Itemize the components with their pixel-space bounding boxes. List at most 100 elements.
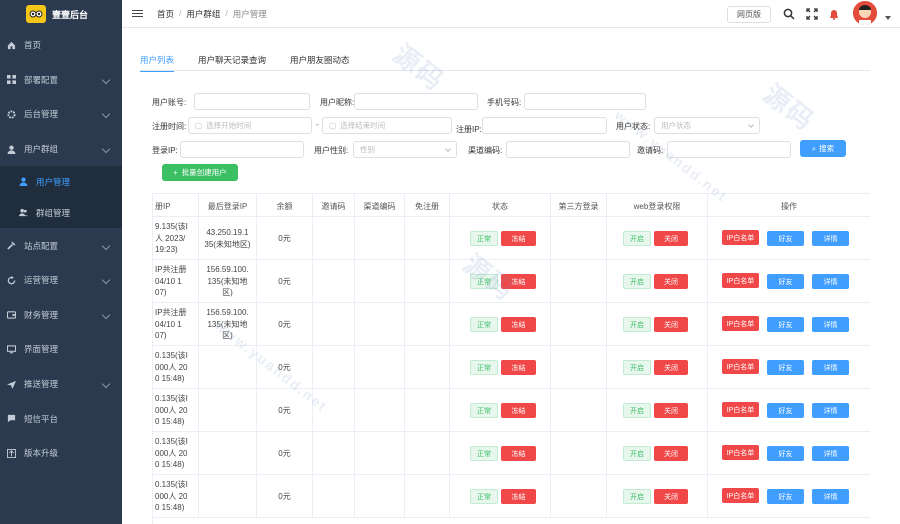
ip-whitelist-button[interactable]: IP白名单: [722, 316, 759, 331]
menu-toggle-icon[interactable]: [132, 9, 143, 18]
friends-button[interactable]: 好友: [767, 360, 804, 375]
web-close-button[interactable]: 关闭: [654, 446, 688, 461]
detail-button[interactable]: 详情: [812, 360, 849, 375]
web-version-button[interactable]: 网页版: [727, 6, 771, 23]
web-open-button[interactable]: 开启: [623, 489, 651, 504]
detail-button[interactable]: 详情: [812, 274, 849, 289]
sidebar-item-3[interactable]: 用户群组: [0, 132, 122, 167]
avatar[interactable]: [853, 1, 877, 25]
sidebar-item-1[interactable]: 部署配置: [0, 63, 122, 98]
status-select[interactable]: 用户状态: [654, 117, 760, 134]
status-normal-button[interactable]: 正常: [470, 446, 498, 461]
calendar-icon: ▢: [329, 121, 337, 130]
status-normal-button[interactable]: 正常: [470, 231, 498, 246]
detail-button[interactable]: 详情: [812, 489, 849, 504]
chevron-down-icon: [101, 144, 111, 154]
status-normal-button[interactable]: 正常: [470, 317, 498, 332]
web-open-button[interactable]: 开启: [623, 360, 651, 375]
cell-balance: 0元: [257, 475, 313, 518]
search-icon[interactable]: [782, 7, 796, 21]
chevron-down-icon: [748, 122, 754, 128]
sidebar-item-6[interactable]: 站点配置: [0, 228, 122, 263]
ip-whitelist-button[interactable]: IP白名单: [722, 273, 759, 288]
freeze-button[interactable]: 冻结: [501, 231, 536, 246]
web-open-button[interactable]: 开启: [623, 317, 651, 332]
account-input[interactable]: [194, 93, 310, 110]
sidebar-item-10[interactable]: 推送管理: [0, 367, 122, 402]
notification-icon[interactable]: [827, 7, 841, 21]
detail-button[interactable]: 详情: [812, 317, 849, 332]
cell-reg-ip: 0.135(该I 000人 20 0 15:48): [153, 432, 199, 475]
sidebar-item-0[interactable]: 首页: [0, 28, 122, 63]
status-normal-button[interactable]: 正常: [470, 274, 498, 289]
ip-whitelist-button[interactable]: IP白名单: [722, 445, 759, 460]
freeze-button[interactable]: 冻结: [501, 489, 536, 504]
web-open-button[interactable]: 开启: [623, 274, 651, 289]
ip-whitelist-button[interactable]: IP白名单: [722, 359, 759, 374]
web-close-button[interactable]: 关闭: [654, 403, 688, 418]
breadcrumb-group[interactable]: 用户群组: [186, 8, 220, 20]
sidebar-item-2[interactable]: 后台管理: [0, 97, 122, 132]
batch-create-user-button[interactable]: + 批量创建用户: [162, 164, 238, 181]
sidebar: 壹壹后台 首页 部署配置 后台管理 用户群组 用户管理 群组管理 站点配置 运营管理 财务管理界…: [0, 0, 122, 524]
friends-button[interactable]: 好友: [767, 446, 804, 461]
friends-button[interactable]: 好友: [767, 403, 804, 418]
freeze-button[interactable]: 冻结: [501, 446, 536, 461]
ip-whitelist-button[interactable]: IP白名单: [722, 402, 759, 417]
detail-button[interactable]: 详情: [812, 403, 849, 418]
friends-button[interactable]: 好友: [767, 231, 804, 246]
fullscreen-icon[interactable]: [805, 7, 819, 21]
web-open-button[interactable]: 开启: [623, 231, 651, 246]
start-time-input[interactable]: ▢ 选择开始时间: [188, 117, 312, 134]
gender-select[interactable]: 性别: [353, 141, 457, 158]
channel-input[interactable]: [506, 141, 630, 158]
status-normal-button[interactable]: 正常: [470, 489, 498, 504]
sidebar-item-7[interactable]: 运营管理: [0, 263, 122, 298]
reg-time-label: 注册时间:: [152, 122, 187, 131]
web-close-button[interactable]: 关闭: [654, 274, 688, 289]
sidebar-item-5[interactable]: 群组管理: [0, 197, 122, 228]
web-close-button[interactable]: 关闭: [654, 489, 688, 504]
ip-whitelist-button[interactable]: IP白名单: [722, 488, 759, 503]
web-close-button[interactable]: 关闭: [654, 360, 688, 375]
sidebar-item-11[interactable]: 短信平台: [0, 401, 122, 436]
web-open-button[interactable]: 开启: [623, 446, 651, 461]
breadcrumb-home[interactable]: 首页: [157, 8, 174, 20]
web-open-button[interactable]: 开启: [623, 403, 651, 418]
app-logo[interactable]: 壹壹后台: [0, 0, 122, 28]
friends-button[interactable]: 好友: [767, 489, 804, 504]
sidebar-item-12[interactable]: 版本升级: [0, 436, 122, 471]
table-row: 0.135(该I 000人 20 0 15:48) 0元 正常 冻结 开启 关闭 IP白名单…: [153, 389, 870, 432]
status-normal-button[interactable]: 正常: [470, 403, 498, 418]
detail-button[interactable]: 详情: [812, 231, 849, 246]
friends-button[interactable]: 好友: [767, 274, 804, 289]
login-ip-input[interactable]: [180, 141, 304, 158]
wrench-icon: [6, 241, 16, 251]
freeze-button[interactable]: 冻结: [501, 403, 536, 418]
sidebar-item-label: 界面管理: [24, 344, 59, 355]
end-time-input[interactable]: ▢ 选择结束时间: [322, 117, 452, 134]
column-header: 状态: [450, 194, 551, 218]
freeze-button[interactable]: 冻结: [501, 274, 536, 289]
cell-reg-ip: IP共注册 04/10 1 07): [153, 303, 199, 346]
detail-button[interactable]: 详情: [812, 446, 849, 461]
chevron-down-icon: [101, 310, 111, 320]
phone-input[interactable]: [524, 93, 646, 110]
friends-button[interactable]: 好友: [767, 317, 804, 332]
reg-ip-input[interactable]: [482, 117, 607, 134]
freeze-button[interactable]: 冻结: [501, 360, 536, 375]
search-button[interactable]: ⌕ 搜索: [800, 140, 846, 157]
invite-input[interactable]: [667, 141, 791, 158]
freeze-button[interactable]: 冻结: [501, 317, 536, 332]
status-normal-button[interactable]: 正常: [470, 360, 498, 375]
table-cell: [355, 217, 405, 260]
ip-whitelist-button[interactable]: IP白名单: [722, 230, 759, 245]
account-label: 用户账号:: [152, 98, 187, 107]
sidebar-item-9[interactable]: 界面管理: [0, 332, 122, 367]
web-close-button[interactable]: 关闭: [654, 231, 688, 246]
sidebar-item-8[interactable]: 财务管理: [0, 298, 122, 333]
chevron-down-icon[interactable]: [885, 16, 891, 20]
web-close-button[interactable]: 关闭: [654, 317, 688, 332]
sidebar-item-4[interactable]: 用户管理: [0, 166, 122, 197]
nickname-input[interactable]: [354, 93, 478, 110]
